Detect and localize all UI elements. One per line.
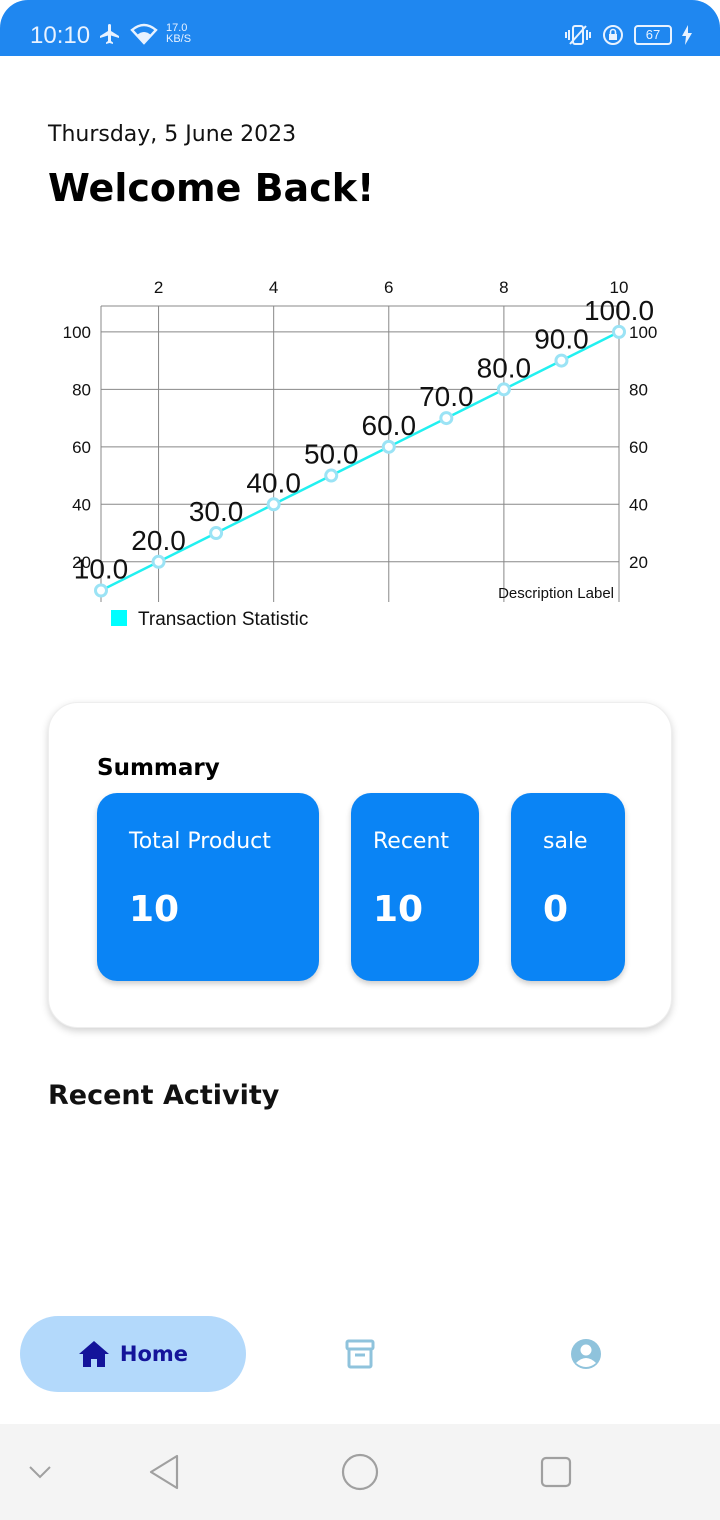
system-navigation-bar xyxy=(0,1424,720,1520)
data-label-5: 50.0 xyxy=(304,439,359,470)
status-icons-right: 67 xyxy=(564,24,692,46)
nav-profile-button[interactable] xyxy=(566,1334,606,1374)
bottom-navigation: Home xyxy=(0,1300,720,1410)
recent-value: 10 xyxy=(373,889,424,930)
transaction-chart: 2 4 6 8 10 20406080100 20406080100 10.020.03… xyxy=(63,278,658,630)
nav-archive-button[interactable] xyxy=(340,1334,380,1374)
data-label-8: 80.0 xyxy=(477,352,532,383)
sale-label: sale xyxy=(543,829,588,854)
data-point-3 xyxy=(209,526,224,541)
x-tick-label-6: 6 xyxy=(384,278,393,297)
page-title: Welcome Back! xyxy=(48,166,375,210)
sale-tile[interactable]: sale 0 xyxy=(511,793,625,981)
data-point-4 xyxy=(266,497,281,512)
data-label-3: 30.0 xyxy=(189,496,244,527)
data-point-6 xyxy=(381,439,396,454)
chart-y-ticks-left: 20406080100 xyxy=(63,323,91,572)
y-tick-left-40: 40 xyxy=(72,495,91,514)
data-label-4: 40.0 xyxy=(246,467,301,498)
nav-home-button[interactable]: Home xyxy=(20,1316,246,1392)
data-label-1: 10.0 xyxy=(74,554,129,585)
legend-swatch xyxy=(111,610,127,626)
app-screen: 10:10 17.0 KB/S 67 Thursday, 5 June 2023… xyxy=(0,0,720,1520)
home-icon xyxy=(78,1341,109,1367)
x-tick-label-2: 2 xyxy=(154,278,163,297)
summary-title: Summary xyxy=(97,755,220,781)
data-point-7 xyxy=(439,411,454,426)
network-speed-unit: KB/S xyxy=(166,33,192,45)
profile-icon xyxy=(571,1339,601,1369)
recents-button[interactable] xyxy=(536,1452,576,1492)
charging-icon xyxy=(682,25,692,45)
total-product-tile[interactable]: Total Product 10 xyxy=(97,793,319,981)
data-label-6: 60.0 xyxy=(362,410,417,441)
data-label-7: 70.0 xyxy=(419,381,474,412)
data-point-5 xyxy=(324,468,339,483)
chart-point-labels: 10.020.030.040.050.060.070.080.090.0100.… xyxy=(74,295,654,585)
chart-y-ticks-right: 20406080100 xyxy=(629,323,657,572)
network-speed: 17.0 KB/S xyxy=(166,23,191,45)
y-tick-right-80: 80 xyxy=(629,380,648,399)
wifi-icon xyxy=(130,23,158,45)
battery-icon: 67 xyxy=(634,25,672,45)
sale-value: 0 xyxy=(543,889,569,930)
data-point-8 xyxy=(496,382,511,397)
back-button[interactable] xyxy=(144,1452,184,1492)
recents-icon xyxy=(540,1456,572,1488)
total-product-value: 10 xyxy=(129,889,180,930)
x-tick-label-4: 4 xyxy=(269,278,278,297)
current-date: Thursday, 5 June 2023 xyxy=(48,122,297,147)
data-label-10: 100.0 xyxy=(584,295,654,326)
y-tick-right-20: 20 xyxy=(629,553,648,572)
back-icon xyxy=(149,1454,179,1490)
home-system-button[interactable] xyxy=(340,1452,380,1492)
home-circle-icon xyxy=(341,1453,379,1491)
data-point-2 xyxy=(151,554,166,569)
data-point-9 xyxy=(554,353,569,368)
nav-home-label: Home xyxy=(119,1342,189,1366)
data-label-2: 20.0 xyxy=(131,525,186,556)
data-point-1 xyxy=(94,583,108,598)
collapse-nav-button[interactable] xyxy=(20,1452,60,1492)
chevron-down-icon xyxy=(29,1466,51,1479)
x-tick-label-8: 8 xyxy=(499,278,508,297)
y-tick-right-40: 40 xyxy=(629,495,648,514)
data-label-9: 90.0 xyxy=(534,324,589,355)
vibrate-icon xyxy=(565,25,591,45)
y-tick-left-80: 80 xyxy=(72,380,91,399)
chart-description: Description Label xyxy=(498,585,614,602)
chart-x-ticks: 2 4 6 8 10 xyxy=(154,278,629,297)
summary-card: Summary Total Product 10 Recent 10 sale … xyxy=(48,702,672,1028)
y-tick-right-60: 60 xyxy=(629,438,648,457)
data-point-10 xyxy=(612,324,626,339)
status-time: 10:10 xyxy=(30,22,91,49)
recent-label: Recent xyxy=(373,829,450,854)
archive-icon xyxy=(345,1339,375,1369)
recent-tile[interactable]: Recent 10 xyxy=(351,793,479,981)
y-tick-left-60: 60 xyxy=(72,438,91,457)
y-tick-left-100: 100 xyxy=(63,323,91,342)
total-product-label: Total Product xyxy=(129,829,271,854)
legend-label: Transaction Statistic xyxy=(138,609,308,630)
status-bar: 10:10 17.0 KB/S 67 xyxy=(0,0,720,56)
lock-rotation-icon xyxy=(603,25,623,45)
recent-activity-title: Recent Activity xyxy=(48,1080,280,1111)
status-icons-left: 17.0 KB/S xyxy=(98,22,191,46)
airplane-icon xyxy=(100,24,119,44)
